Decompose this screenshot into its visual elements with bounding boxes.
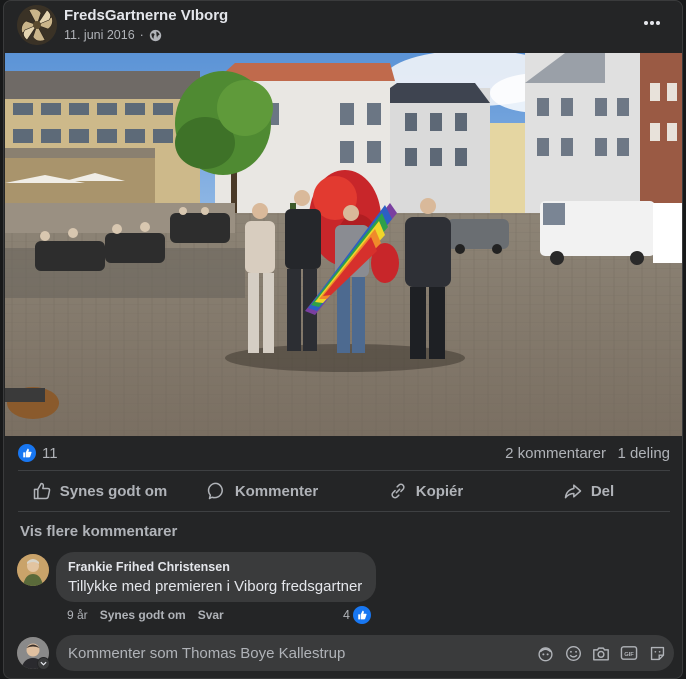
comment-input[interactable] [68, 635, 508, 671]
comment-reactions[interactable]: 4 [343, 606, 371, 624]
share-icon [564, 484, 582, 499]
composer-icons: GIF [536, 643, 666, 663]
comment-age[interactable]: 9 år [67, 608, 88, 622]
comment-bubble: Frankie Frihed Christensen Tillykke med … [56, 552, 376, 602]
gif-icon[interactable]: GIF [620, 643, 638, 663]
comments-count[interactable]: 2 kommentarer [505, 445, 606, 462]
share-button-label: Del [590, 482, 615, 500]
camera-icon[interactable] [592, 643, 610, 663]
more-horizontal-icon [644, 21, 660, 25]
like-count[interactable]: 11 [42, 445, 58, 462]
post-stats: 11 2 kommentarer 1 deling [4, 439, 682, 467]
post-card: FredsGartnerne VIborg 11. juni 2016 · 11… [3, 0, 683, 679]
like-icon[interactable] [18, 444, 36, 462]
comment-button[interactable]: Kommenter [181, 472, 344, 510]
view-more-comments-link[interactable]: Vis flere kommentarer [20, 523, 177, 540]
copy-link-button[interactable]: Kopiér [344, 472, 507, 510]
comment-reply-button[interactable]: Svar [198, 608, 224, 622]
comment-text: Tillykke med premieren i Viborg fredsgar… [68, 578, 363, 595]
chevron-down-icon[interactable] [37, 657, 50, 670]
avatar-sticker-icon[interactable] [536, 643, 554, 663]
divider [18, 470, 670, 471]
more-options-button[interactable] [640, 11, 664, 35]
comment-icon [207, 482, 223, 500]
like-icon [352, 606, 371, 624]
divider [18, 511, 670, 512]
thumbs-up-icon [33, 482, 51, 500]
page-name[interactable]: FredsGartnerne VIborg [64, 7, 228, 24]
like-button-label: Synes godt om [59, 482, 168, 500]
page-avatar[interactable] [17, 5, 57, 45]
share-button[interactable]: Del [507, 472, 670, 510]
shares-count[interactable]: 1 deling [617, 445, 670, 462]
avatar[interactable] [17, 554, 49, 586]
post-header: FredsGartnerne VIborg 11. juni 2016 · [4, 1, 682, 53]
post-actions: Synes godt om Kommenter Kopiér Del [18, 472, 670, 510]
comment-reaction-count: 4 [343, 608, 350, 622]
emoji-icon[interactable] [564, 643, 582, 663]
globe-icon [149, 29, 162, 42]
sticker-icon[interactable] [648, 643, 666, 663]
comment-button-label: Kommenter [234, 482, 319, 500]
post-meta: 11. juni 2016 · [64, 28, 162, 42]
like-button[interactable]: Synes godt om [18, 472, 181, 510]
svg-text:GIF: GIF [624, 652, 634, 658]
post-date[interactable]: 11. juni 2016 [64, 28, 135, 42]
comment-author[interactable]: Frankie Frihed Christensen [68, 560, 364, 574]
comment-composer: GIF [56, 635, 674, 671]
comment-like-button[interactable]: Synes godt om [100, 608, 186, 622]
copy-link-button-label: Kopiér [415, 482, 464, 500]
comment-meta: 9 år Synes godt om Svar [67, 608, 224, 622]
post-photo[interactable] [5, 53, 682, 436]
link-icon [391, 483, 405, 499]
